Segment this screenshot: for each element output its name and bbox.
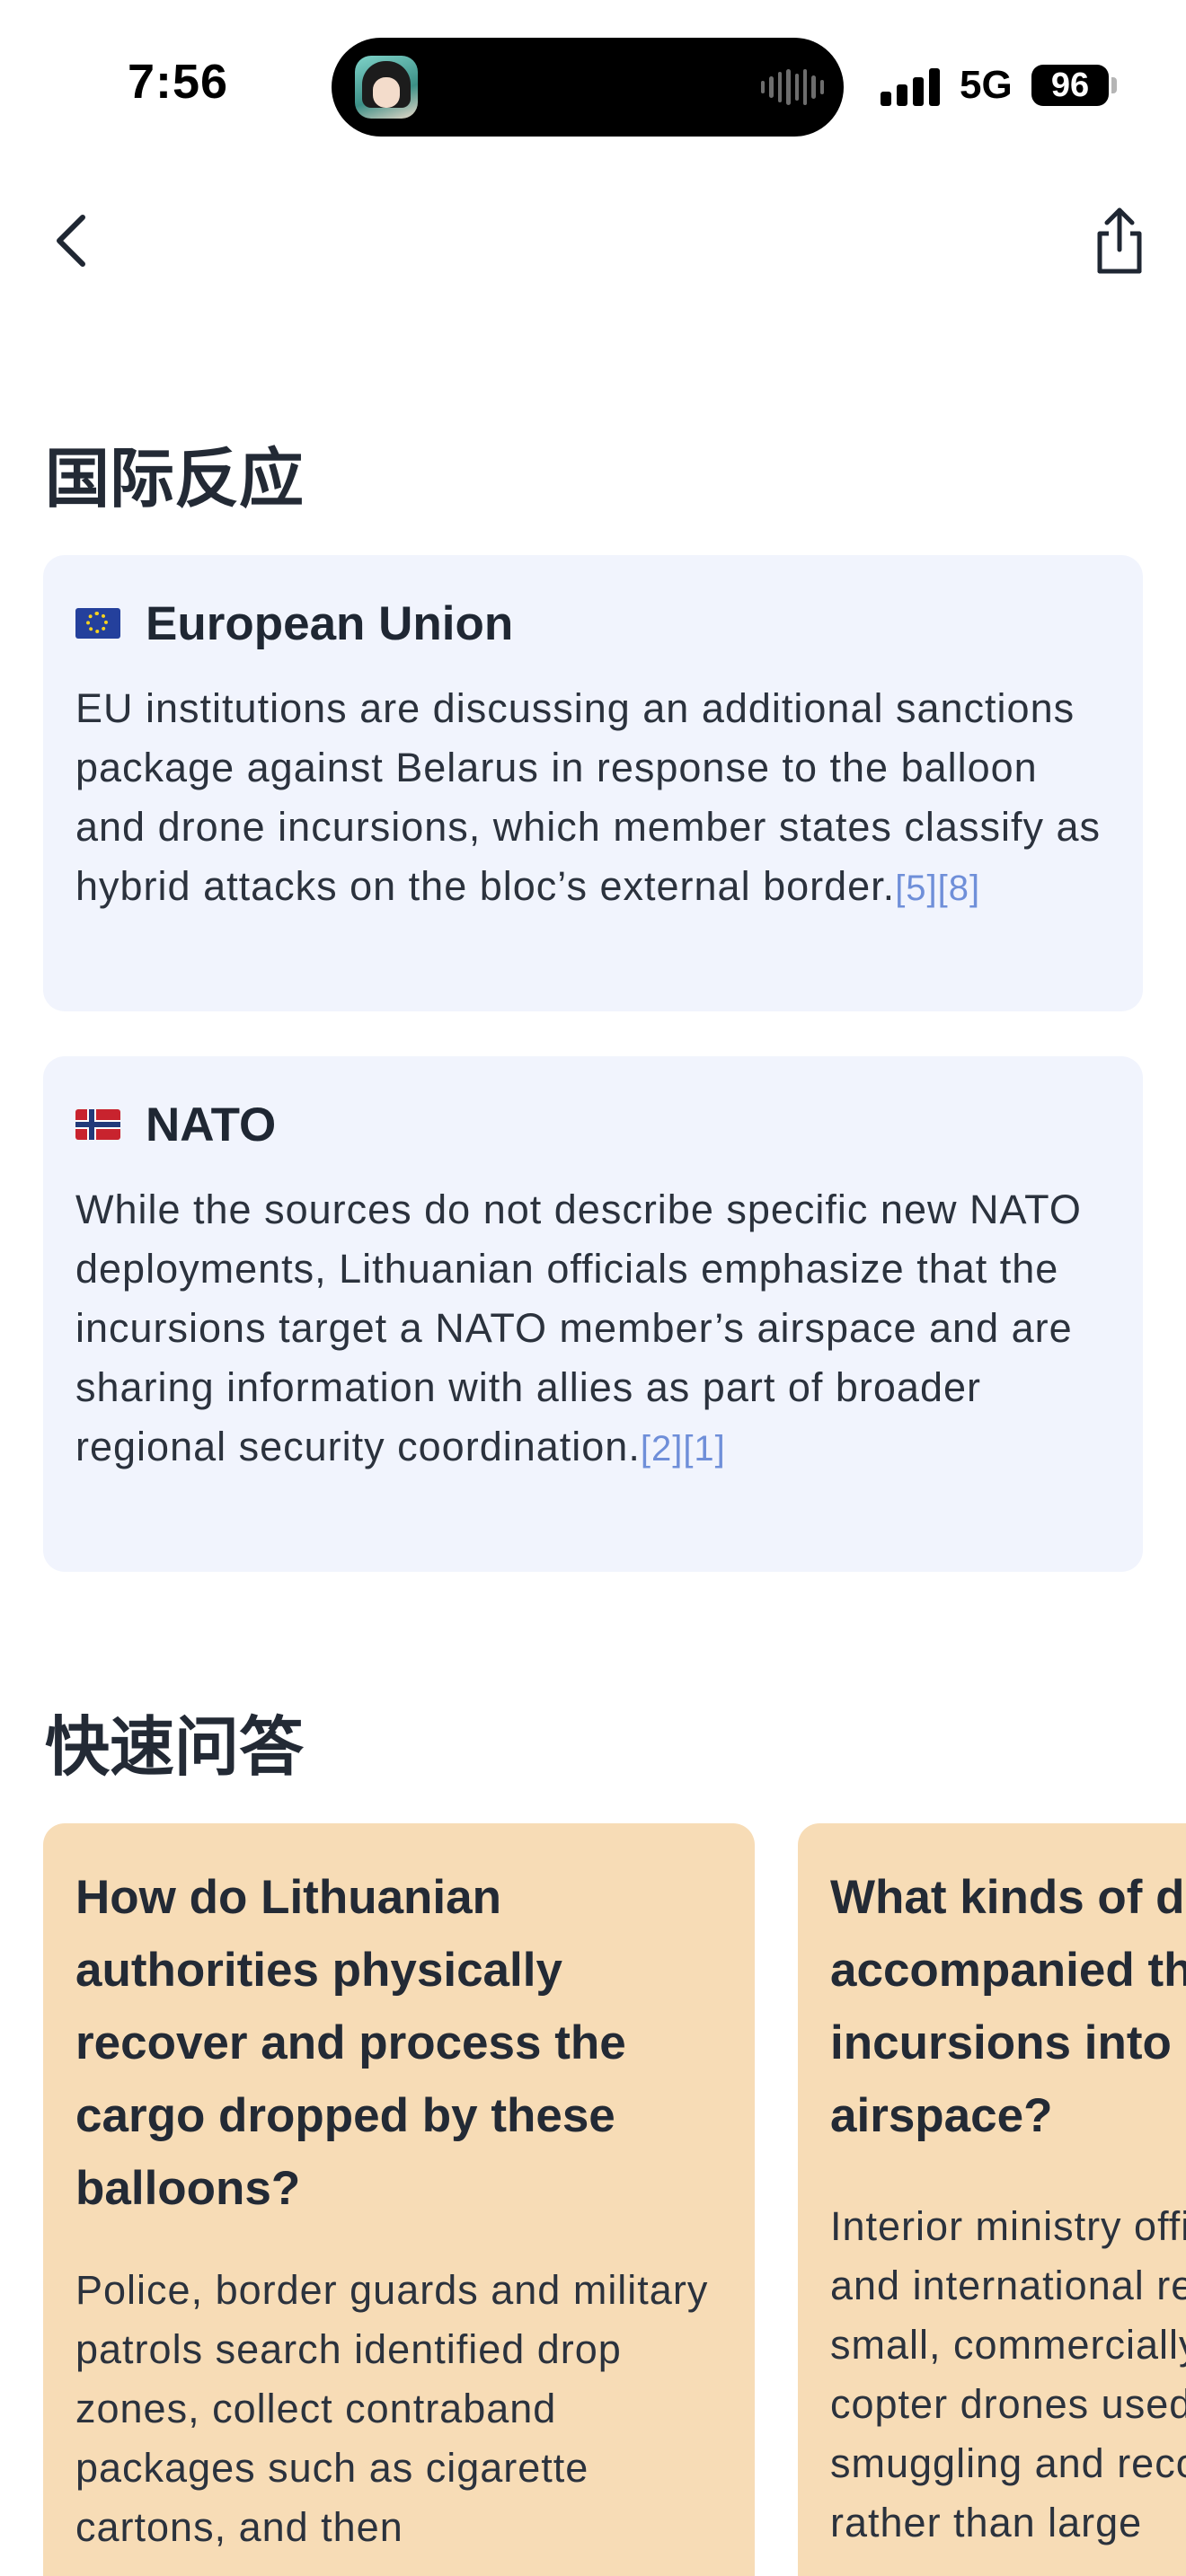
network-type: 5G bbox=[960, 63, 1013, 107]
battery-tip bbox=[1111, 77, 1117, 93]
reaction-card-header: NATO bbox=[75, 1098, 1111, 1151]
qa-question: What kinds of drones have accompanied th… bbox=[830, 1871, 1186, 2142]
dynamic-island[interactable] bbox=[332, 38, 844, 137]
battery-icon: 96 bbox=[1031, 65, 1109, 106]
reaction-text: While the sources do not describe specif… bbox=[75, 1187, 1082, 1469]
app-avatar-icon bbox=[355, 56, 418, 119]
status-time: 7:56 bbox=[128, 55, 229, 109]
back-button[interactable] bbox=[47, 205, 101, 277]
status-bar: 7:56 5G 96 bbox=[0, 0, 1186, 171]
qa-card[interactable]: How do Lithuanian authorities physically… bbox=[43, 1823, 755, 2576]
qa-answer: Police, border guards and military patro… bbox=[75, 2267, 709, 2550]
reaction-card-eu: European Union EU institutions are discu… bbox=[43, 555, 1143, 1011]
share-button[interactable] bbox=[1087, 203, 1152, 278]
reaction-card-nato: NATO While the sources do not describe s… bbox=[43, 1056, 1143, 1572]
qa-question: How do Lithuanian authorities physically… bbox=[75, 1871, 626, 2215]
citation-link[interactable]: [5][8] bbox=[895, 869, 980, 908]
eu-flag-icon bbox=[75, 608, 120, 639]
reaction-card-body: While the sources do not describe specif… bbox=[75, 1180, 1111, 1478]
cellular-signal-icon bbox=[881, 66, 943, 106]
qa-card[interactable]: What kinds of drones have accompanied th… bbox=[798, 1823, 1186, 2576]
chevron-left-icon bbox=[57, 215, 85, 267]
reactions-section-title: 国际反应 bbox=[45, 441, 305, 516]
reaction-card-body: EU institutions are discussing an additi… bbox=[75, 679, 1111, 918]
qa-section-title: 快速问答 bbox=[45, 1709, 305, 1785]
qa-answer: Interior ministry officials and local an… bbox=[830, 2203, 1186, 2545]
share-icon bbox=[1097, 207, 1142, 274]
reaction-card-header: European Union bbox=[75, 596, 1111, 650]
reaction-card-title: European Union bbox=[146, 596, 514, 650]
citation-link[interactable]: [2][1] bbox=[641, 1429, 726, 1469]
norway-flag-icon bbox=[75, 1109, 120, 1140]
audio-waveform-icon bbox=[761, 67, 824, 107]
reaction-card-title: NATO bbox=[146, 1098, 277, 1151]
